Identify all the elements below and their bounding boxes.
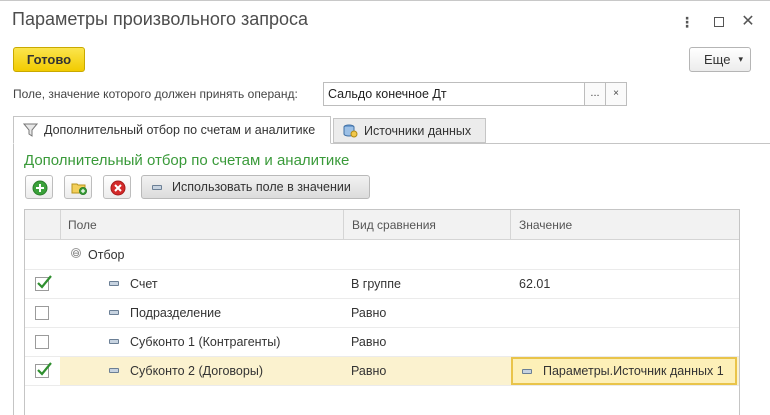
add-icon (32, 180, 48, 196)
table-row-selected[interactable]: Субконто 2 (Договоры) Равно Параметры.Ис… (25, 357, 739, 386)
select-value-button[interactable]: ... (584, 82, 606, 106)
column-divider (343, 210, 344, 240)
column-divider (60, 210, 61, 240)
delete-icon (110, 180, 126, 196)
more-button[interactable]: Еще ▾ (689, 47, 751, 72)
tab-additional-filter[interactable]: Дополнительный отбор по счетам и аналити… (13, 116, 331, 144)
filter-icon (23, 123, 38, 137)
filter-section-title: Дополнительный отбор по счетам и аналити… (24, 152, 350, 169)
filter-grid: Поле Вид сравнения Значение ⊖ Отбор Счет… (24, 209, 740, 415)
field-icon (109, 310, 119, 315)
field-icon (109, 368, 119, 373)
done-button[interactable]: Готово (13, 47, 85, 72)
field-icon (109, 281, 119, 286)
row-comparison[interactable]: В группе (351, 277, 401, 291)
add-group-button[interactable] (64, 175, 92, 199)
field-icon (109, 339, 119, 344)
checkmark-icon (37, 362, 52, 376)
window-menu-icon[interactable]: ⋮ (677, 11, 697, 33)
row-comparison[interactable]: Равно (351, 364, 386, 378)
row-checkbox[interactable] (35, 306, 49, 320)
row-checkbox[interactable] (35, 335, 49, 349)
add-folder-icon (71, 183, 87, 195)
column-header-field[interactable]: Поле (68, 218, 97, 232)
window-title: Параметры произвольного запроса (12, 9, 309, 29)
query-parameters-window: Параметры произвольного запроса ⋮ ✕ Гото… (0, 0, 770, 415)
use-field-in-value-button[interactable]: Использовать поле в значении (141, 175, 370, 199)
row-field: Субконто 1 (Контрагенты) (130, 335, 281, 349)
row-checkbox[interactable] (35, 275, 52, 291)
more-button-label: Еще (704, 52, 731, 67)
collapse-icon[interactable]: ⊖ (71, 248, 81, 258)
group-row[interactable]: ⊖ Отбор (25, 241, 739, 270)
row-value[interactable]: 62.01 (519, 277, 550, 291)
window-right-edge (755, 1, 770, 415)
checkmark-icon (37, 275, 52, 289)
row-field: Подразделение (130, 306, 222, 320)
row-value: Параметры.Источник данных 1 (543, 364, 724, 378)
field-icon (152, 185, 162, 190)
tab-label: Источники данных (364, 124, 472, 138)
tab-data-sources[interactable]: Источники данных (333, 118, 486, 143)
column-header-comparison[interactable]: Вид сравнения (352, 218, 436, 232)
tab-label: Дополнительный отбор по счетам и аналити… (44, 123, 316, 137)
group-label: Отбор (88, 248, 125, 262)
value-input[interactable]: Параметры.Источник данных 1 (511, 357, 737, 385)
row-comparison[interactable]: Равно (351, 306, 386, 320)
column-header-value[interactable]: Значение (519, 218, 572, 232)
use-field-label: Использовать поле в значении (172, 180, 351, 194)
maximize-icon[interactable] (709, 11, 729, 33)
delete-condition-button[interactable] (103, 175, 131, 199)
clear-value-button[interactable]: × (605, 82, 627, 106)
grid-header: Поле Вид сравнения Значение (25, 210, 739, 240)
row-comparison[interactable]: Равно (351, 335, 386, 349)
chevron-down-icon: ▾ (738, 54, 743, 64)
row-field: Субконто 2 (Договоры) (130, 364, 263, 378)
data-sources-icon (343, 124, 358, 138)
parameter-icon (522, 369, 532, 374)
table-row[interactable]: Подразделение Равно (25, 299, 739, 328)
table-row[interactable]: Счет В группе 62.01 (25, 270, 739, 299)
table-row[interactable]: Субконто 1 (Контрагенты) Равно (25, 328, 739, 357)
add-condition-button[interactable] (25, 175, 53, 199)
row-field: Счет (130, 277, 158, 291)
column-divider (510, 210, 511, 240)
row-checkbox[interactable] (35, 362, 52, 378)
operand-field-input[interactable]: Сальдо конечное Дт (323, 82, 585, 106)
operand-field-label: Поле, значение которого должен принять о… (13, 87, 298, 101)
